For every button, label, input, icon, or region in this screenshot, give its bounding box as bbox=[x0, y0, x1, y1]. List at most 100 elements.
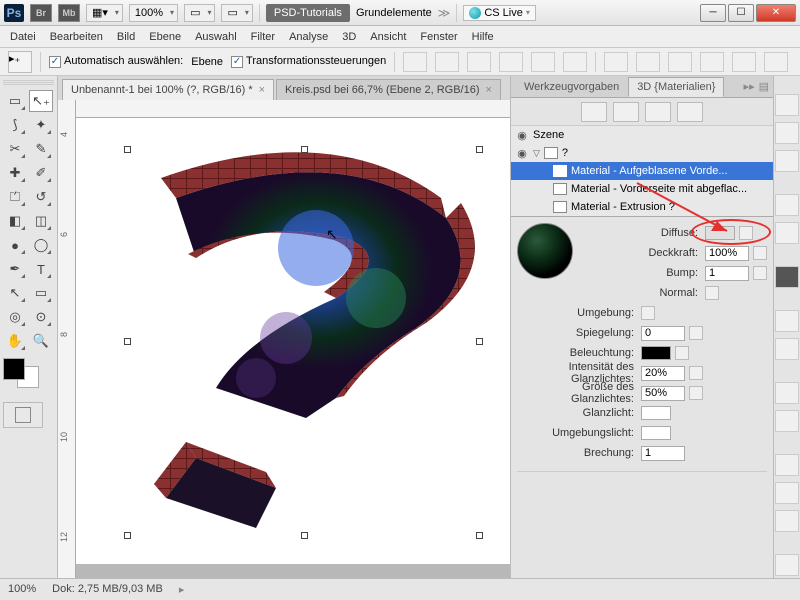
dock-3d-icon[interactable] bbox=[775, 554, 799, 576]
normal-menu-icon[interactable] bbox=[705, 286, 719, 300]
3d-camera-tool[interactable]: ⊙ bbox=[29, 306, 53, 328]
status-docsize[interactable]: Dok: 2,75 MB/9,03 MB bbox=[52, 583, 163, 595]
ruler-vertical[interactable]: 4 6 8 10 12 bbox=[58, 100, 76, 578]
stamp-tool[interactable]: ⏍ bbox=[3, 186, 27, 208]
dodge-tool[interactable]: ◯ bbox=[29, 234, 53, 256]
auto-select-checkbox[interactable]: Automatisch auswählen: bbox=[49, 55, 183, 68]
quick-mask-toggle[interactable] bbox=[3, 402, 43, 428]
eyedropper-tool[interactable]: ✎ bbox=[29, 138, 53, 160]
dock-color-icon[interactable] bbox=[775, 94, 799, 116]
type-tool[interactable]: T bbox=[29, 258, 53, 280]
align-bottom-icon[interactable] bbox=[467, 52, 491, 72]
workspace-secondary[interactable]: Grundelemente bbox=[356, 7, 432, 19]
transform-handle[interactable] bbox=[124, 146, 131, 153]
umgebungslicht-swatch[interactable] bbox=[641, 426, 671, 440]
menu-auswahl[interactable]: Auswahl bbox=[195, 31, 237, 43]
beleuchtung-menu-icon[interactable] bbox=[675, 346, 689, 360]
status-zoom[interactable]: 100% bbox=[8, 583, 36, 595]
align-hcenter-icon[interactable] bbox=[531, 52, 555, 72]
tab-werkzeugvorgaben[interactable]: Werkzeugvorgaben bbox=[515, 77, 628, 97]
fg-color[interactable] bbox=[3, 358, 25, 380]
workspace-expand[interactable]: ≫ bbox=[438, 6, 451, 20]
menu-ansicht[interactable]: Ansicht bbox=[370, 31, 406, 43]
umgebung-menu-icon[interactable] bbox=[641, 306, 655, 320]
3d-tool[interactable]: ◎ bbox=[3, 306, 27, 328]
marquee-tool[interactable]: ▭ bbox=[3, 90, 27, 112]
menu-fenster[interactable]: Fenster bbox=[420, 31, 457, 43]
magic-wand-tool[interactable]: ✦ bbox=[29, 114, 53, 136]
menu-3d[interactable]: 3D bbox=[342, 31, 356, 43]
transform-handle[interactable] bbox=[476, 338, 483, 345]
deckkraft-menu-icon[interactable] bbox=[753, 246, 767, 260]
align-vcenter-icon[interactable] bbox=[435, 52, 459, 72]
scene-item-szene[interactable]: ◉ Szene bbox=[511, 126, 773, 144]
align-left-icon[interactable] bbox=[499, 52, 523, 72]
menu-analyse[interactable]: Analyse bbox=[289, 31, 328, 43]
align-top-icon[interactable] bbox=[403, 52, 427, 72]
canvas[interactable]: ↖ bbox=[76, 118, 510, 578]
menu-hilfe[interactable]: Hilfe bbox=[472, 31, 494, 43]
view-dropdown[interactable]: ▦▾ bbox=[86, 4, 123, 22]
dock-minibridge-icon[interactable] bbox=[775, 266, 799, 288]
visibility-icon[interactable]: ◉ bbox=[515, 129, 529, 142]
panel-collapse-icon[interactable]: ▸▸ bbox=[744, 80, 755, 93]
bump-menu-icon[interactable] bbox=[753, 266, 767, 280]
maximize-button[interactable]: ☐ bbox=[728, 4, 754, 22]
menu-bearbeiten[interactable]: Bearbeiten bbox=[50, 31, 103, 43]
glanz-groesse-menu-icon[interactable] bbox=[689, 386, 703, 400]
tab-2[interactable]: Kreis.psd bei 66,7% (Ebene 2, RGB/16)× bbox=[276, 79, 501, 100]
diffuse-menu-icon[interactable] bbox=[739, 226, 753, 240]
distribute-3-icon[interactable] bbox=[668, 52, 692, 72]
menu-bild[interactable]: Bild bbox=[117, 31, 135, 43]
scene-item-root[interactable]: ◉ ▽ ? bbox=[511, 144, 773, 162]
material-preview-sphere[interactable] bbox=[517, 223, 573, 279]
crop-tool[interactable]: ✂ bbox=[3, 138, 27, 160]
healing-tool[interactable]: ✚ bbox=[3, 162, 27, 184]
visibility-icon[interactable]: ◉ bbox=[515, 147, 529, 160]
dock-channels-icon[interactable] bbox=[775, 482, 799, 504]
distribute-5-icon[interactable] bbox=[732, 52, 756, 72]
dock-styles-icon[interactable] bbox=[775, 150, 799, 172]
input-deckkraft[interactable]: 100% bbox=[705, 246, 749, 261]
align-right-icon[interactable] bbox=[563, 52, 587, 72]
3d-light-filter-icon[interactable] bbox=[677, 102, 703, 122]
shape-tool[interactable]: ▭ bbox=[29, 282, 53, 304]
3d-object[interactable] bbox=[106, 148, 506, 528]
input-spiegelung[interactable]: 0 bbox=[641, 326, 685, 341]
menu-datei[interactable]: Datei bbox=[10, 31, 36, 43]
input-bump[interactable]: 1 bbox=[705, 266, 749, 281]
cslive-button[interactable]: CS Live ▾ bbox=[463, 5, 536, 21]
close-tab-icon[interactable]: × bbox=[259, 84, 265, 96]
auto-select-dropdown[interactable]: Ebene bbox=[191, 56, 223, 68]
history-brush-tool[interactable]: ↺ bbox=[29, 186, 53, 208]
path-tool[interactable]: ↖ bbox=[3, 282, 27, 304]
input-glanz-groesse[interactable]: 50% bbox=[641, 386, 685, 401]
transform-handle[interactable] bbox=[301, 532, 308, 539]
workspace-button[interactable]: PSD-Tutorials bbox=[266, 4, 350, 22]
dock-character-icon[interactable] bbox=[775, 382, 799, 404]
transform-handle[interactable] bbox=[476, 146, 483, 153]
scene-item-material-3[interactable]: Material - Extrusion ? bbox=[511, 198, 773, 216]
distribute-1-icon[interactable] bbox=[604, 52, 628, 72]
distribute-6-icon[interactable] bbox=[764, 52, 788, 72]
dock-adjustments-icon[interactable] bbox=[775, 194, 799, 216]
transform-handle[interactable] bbox=[476, 532, 483, 539]
dock-masks-icon[interactable] bbox=[775, 222, 799, 244]
dock-history-icon[interactable] bbox=[775, 310, 799, 332]
hand-tool[interactable]: ✋ bbox=[3, 330, 27, 352]
dock-paragraph-icon[interactable] bbox=[775, 410, 799, 432]
glanz-int-menu-icon[interactable] bbox=[689, 366, 703, 380]
arrange-dropdown[interactable]: ▭ bbox=[184, 4, 215, 22]
move-tool[interactable]: ↖₊ bbox=[29, 90, 53, 112]
scene-item-material-2[interactable]: Material - Vorderseite mit abgeflac... bbox=[511, 180, 773, 198]
scene-item-material-1[interactable]: Material - Aufgeblasene Vorde... bbox=[511, 162, 773, 180]
3d-scene-filter-icon[interactable] bbox=[581, 102, 607, 122]
tab-3d-materialien[interactable]: 3D {Materialien} bbox=[628, 77, 724, 97]
lasso-tool[interactable]: ⟆ bbox=[3, 114, 27, 136]
dock-layers-icon[interactable] bbox=[775, 454, 799, 476]
brush-tool[interactable]: ✐ bbox=[29, 162, 53, 184]
transform-checkbox[interactable]: Transformationssteuerungen bbox=[231, 55, 386, 68]
current-tool-icon[interactable]: ▸₊ bbox=[8, 51, 32, 73]
beleuchtung-swatch[interactable] bbox=[641, 346, 671, 360]
dock-actions-icon[interactable] bbox=[775, 338, 799, 360]
